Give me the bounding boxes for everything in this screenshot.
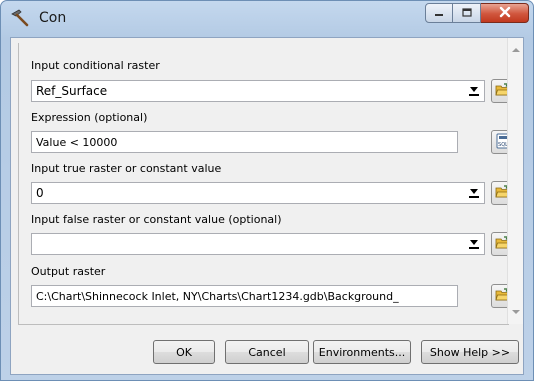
maximize-button[interactable] (453, 3, 481, 23)
hammer-icon (9, 9, 31, 27)
output-value: C:\Chart\Shinnecock Inlet, NY\Charts\Cha… (36, 290, 399, 303)
false-value-label: Input false raster or constant value (op… (31, 213, 282, 226)
output-label: Output raster (31, 265, 106, 278)
chevron-down-icon[interactable] (469, 189, 479, 198)
maximize-icon (461, 7, 472, 20)
dialog-body: Input conditional raster Ref_Surface Exp… (10, 37, 524, 375)
window-controls (425, 3, 529, 25)
chevron-down-icon[interactable] (469, 240, 479, 249)
show-help-button[interactable]: Show Help >> (421, 340, 519, 364)
scroll-down-icon[interactable] (512, 310, 520, 314)
expression-value: Value < 10000 (36, 136, 118, 149)
chevron-down-icon[interactable] (469, 87, 479, 96)
window-title: Con (39, 10, 67, 26)
parameters-panel: Input conditional raster Ref_Surface Exp… (18, 43, 515, 325)
expression-label: Expression (optional) (31, 111, 148, 124)
minimize-icon (434, 7, 444, 20)
cancel-button[interactable]: Cancel (225, 340, 309, 364)
true-value-label: Input true raster or constant value (31, 162, 222, 175)
title-bar[interactable]: Con (1, 1, 533, 35)
environments-button[interactable]: Environments... (313, 340, 411, 364)
true-value-value: 0 (36, 186, 44, 200)
in-conditional-value: Ref_Surface (36, 84, 108, 98)
scroll-up-icon[interactable] (512, 48, 520, 52)
in-conditional-dropdown[interactable]: Ref_Surface (31, 80, 485, 102)
ok-button[interactable]: OK (153, 340, 215, 364)
close-button[interactable] (481, 3, 529, 23)
close-icon (498, 6, 512, 21)
expression-input[interactable]: Value < 10000 (31, 131, 458, 153)
vertical-scrollbar[interactable] (507, 38, 523, 324)
dialog-window: Con Input conditional raster Ref_Surface… (0, 0, 534, 381)
false-value-dropdown[interactable] (31, 233, 485, 255)
true-value-dropdown[interactable]: 0 (31, 182, 485, 204)
minimize-button[interactable] (425, 3, 453, 23)
output-input[interactable]: C:\Chart\Shinnecock Inlet, NY\Charts\Cha… (31, 285, 458, 307)
in-conditional-label: Input conditional raster (31, 59, 160, 72)
